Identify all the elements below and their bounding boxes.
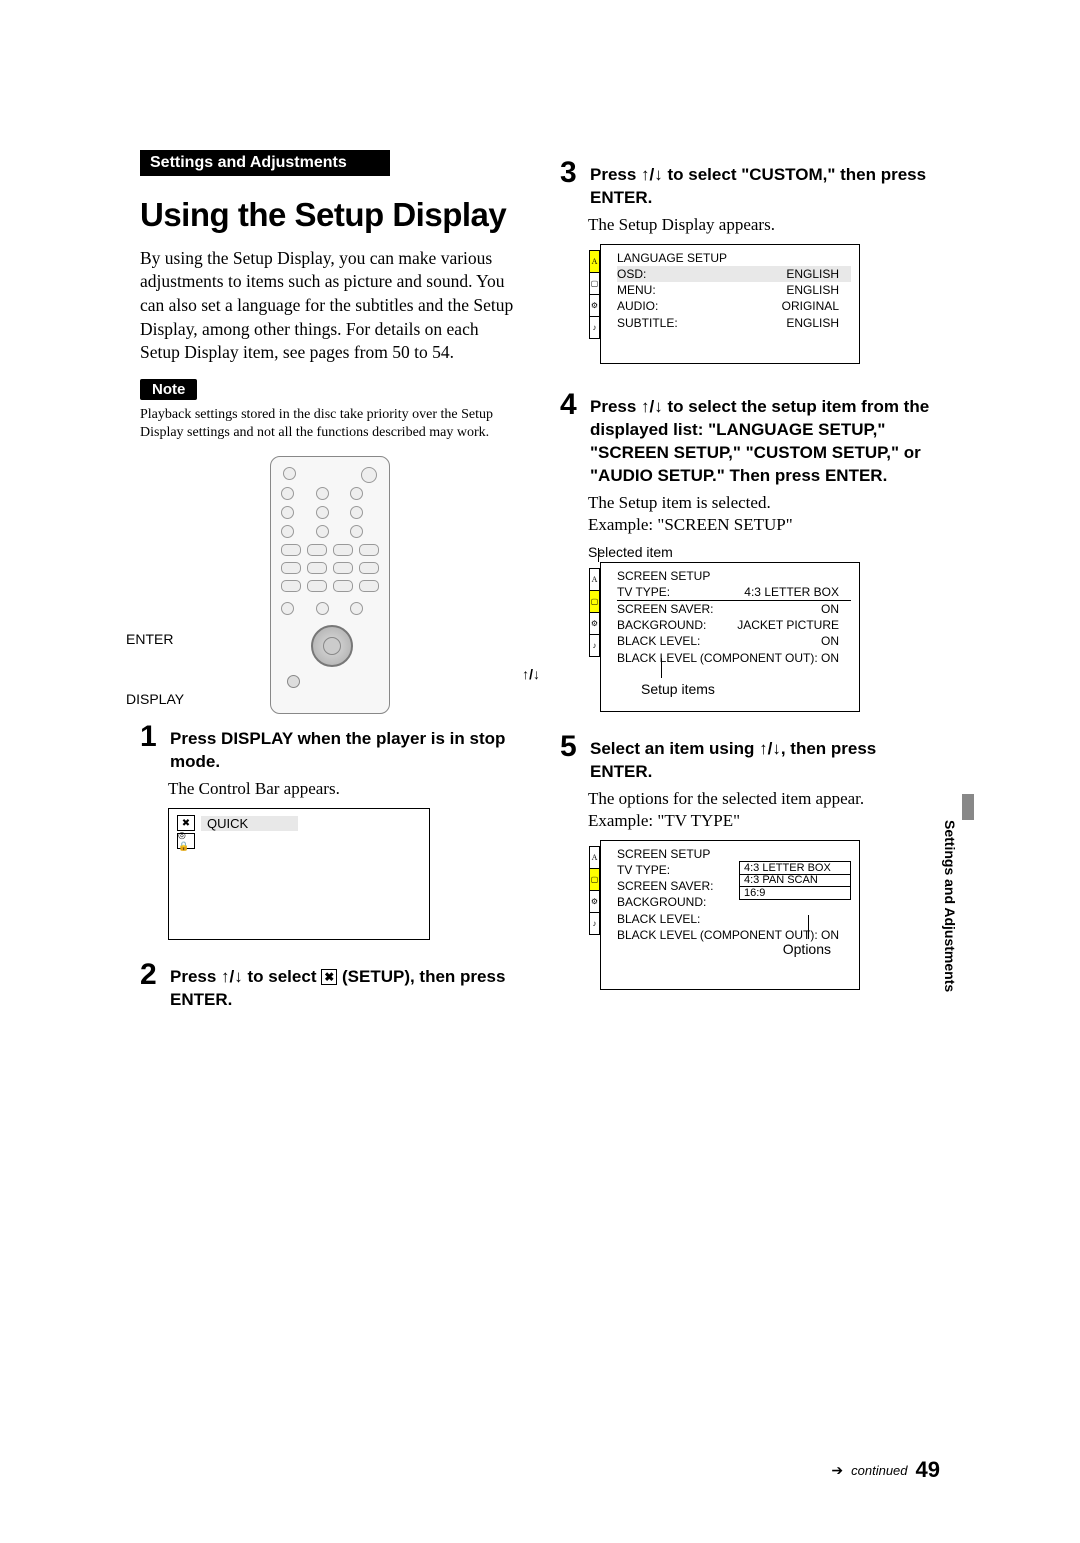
left-column: Settings and Adjustments Using the Setup… — [140, 150, 520, 1012]
quick-label: QUICK — [201, 816, 298, 831]
manual-page: Settings and Adjustments Using the Setup… — [0, 0, 1080, 1543]
step-1-heading: Press DISPLAY when the player is in stop… — [170, 728, 520, 774]
thumb-tab-label: Settings and Adjustments — [942, 820, 958, 992]
step-3-body: The Setup Display appears. — [588, 214, 940, 236]
tv-type-options-dropdown: 4:3 LETTER BOX 4:3 PAN SCAN 16:9 — [739, 861, 851, 900]
section-heading: Settings and Adjustments — [140, 150, 390, 176]
step-2-heading: Press ↑/↓ to select ✖ (SETUP), then pres… — [170, 966, 520, 1012]
right-column: 3 Press ↑/↓ to select "CUSTOM," then pre… — [560, 150, 940, 1012]
step-number: 3 — [560, 158, 582, 188]
step-5-heading: Select an item using ↑/↓, then press ENT… — [590, 738, 940, 784]
remote-illustration: ENTER DISPLAY ↑/↓ — [140, 456, 520, 714]
osd-tab-icons: A ▢ ⚙ ♪ — [589, 250, 600, 339]
step-number: 1 — [140, 722, 162, 752]
control-bar-diagram: ✖ QUICK ◎🔒 — [168, 808, 430, 940]
step-4-body: The Setup item is selected. Example: "SC… — [588, 492, 940, 536]
screen-setup-menu: SCREEN SETUP TV TYPE:4:3 LETTER BOX SCRE… — [600, 562, 860, 712]
osd-tab-icons: A ▢ ⚙ ♪ — [589, 568, 600, 657]
menu-title: SCREEN SETUP — [609, 847, 851, 862]
enter-button-icon — [311, 625, 353, 667]
step-5: 5 Select an item using ↑/↓, then press E… — [560, 732, 940, 784]
step-number: 5 — [560, 732, 582, 762]
menu-title: LANGUAGE SETUP — [609, 251, 851, 266]
tab-screen-icon: ▢ — [589, 273, 600, 295]
tab-audio-icon: ♪ — [589, 317, 600, 339]
tab-screen-icon: ▢ — [589, 591, 600, 613]
step-1: 1 Press DISPLAY when the player is in st… — [140, 722, 520, 774]
menu-title: SCREEN SETUP — [609, 569, 851, 584]
disc-lock-icon: ◎🔒 — [177, 833, 195, 849]
continued-label: continued — [851, 1463, 907, 1478]
step-4: 4 Press ↑/↓ to select the setup item fro… — [560, 390, 940, 488]
step-3: 3 Press ↑/↓ to select "CUSTOM," then pre… — [560, 158, 940, 210]
page-number: 49 — [916, 1457, 940, 1483]
step-3-heading: Press ↑/↓ to select "CUSTOM," then press… — [590, 164, 940, 210]
note-badge: Note — [140, 379, 197, 400]
step-4-heading: Press ↑/↓ to select the setup item from … — [590, 396, 940, 488]
step-5-body: The options for the selected item appear… — [588, 788, 940, 832]
setup-toolbox-icon: ✖ — [177, 815, 195, 831]
setup-toolbox-icon: ✖ — [321, 969, 337, 985]
step-1-body: The Control Bar appears. — [168, 778, 520, 800]
page-title: Using the Setup Display — [140, 198, 520, 233]
arrow-right-icon: ➔ — [831, 1462, 843, 1479]
label-updown-icon: ↑/↓ — [522, 666, 540, 682]
selected-item-label: Selected item — [588, 544, 940, 560]
thumb-tab-bar — [962, 794, 974, 820]
step-2: 2 Press ↑/↓ to select ✖ (SETUP), then pr… — [140, 960, 520, 1012]
updown-icon: ↑/↓ — [759, 739, 781, 758]
updown-icon: ↑/↓ — [221, 967, 243, 986]
tv-type-options-menu: SCREEN SETUP TV TYPE:4:3 LETTER BOX SCRE… — [600, 840, 860, 990]
options-label: Options — [783, 941, 831, 957]
display-button-icon — [287, 675, 300, 688]
language-setup-menu: LANGUAGE SETUP OSD:ENGLISH MENU:ENGLISH … — [600, 244, 860, 364]
intro-paragraph: By using the Setup Display, you can make… — [140, 247, 520, 365]
step-number: 4 — [560, 390, 582, 420]
setup-items-label: Setup items — [641, 681, 715, 697]
step-number: 2 — [140, 960, 162, 990]
updown-icon: ↑/↓ — [641, 397, 663, 416]
label-enter: ENTER — [126, 631, 173, 647]
note-text: Playback settings stored in the disc tak… — [140, 406, 520, 442]
label-display: DISPLAY — [126, 691, 184, 707]
tab-screen-icon: ▢ — [589, 869, 600, 891]
updown-icon: ↑/↓ — [641, 165, 663, 184]
osd-tab-icons: A ▢ ⚙ ♪ — [589, 846, 600, 935]
tab-language-icon: A — [589, 251, 600, 273]
tab-custom-icon: ⚙ — [589, 295, 600, 317]
page-footer: ➔ continued 49 — [831, 1457, 940, 1483]
